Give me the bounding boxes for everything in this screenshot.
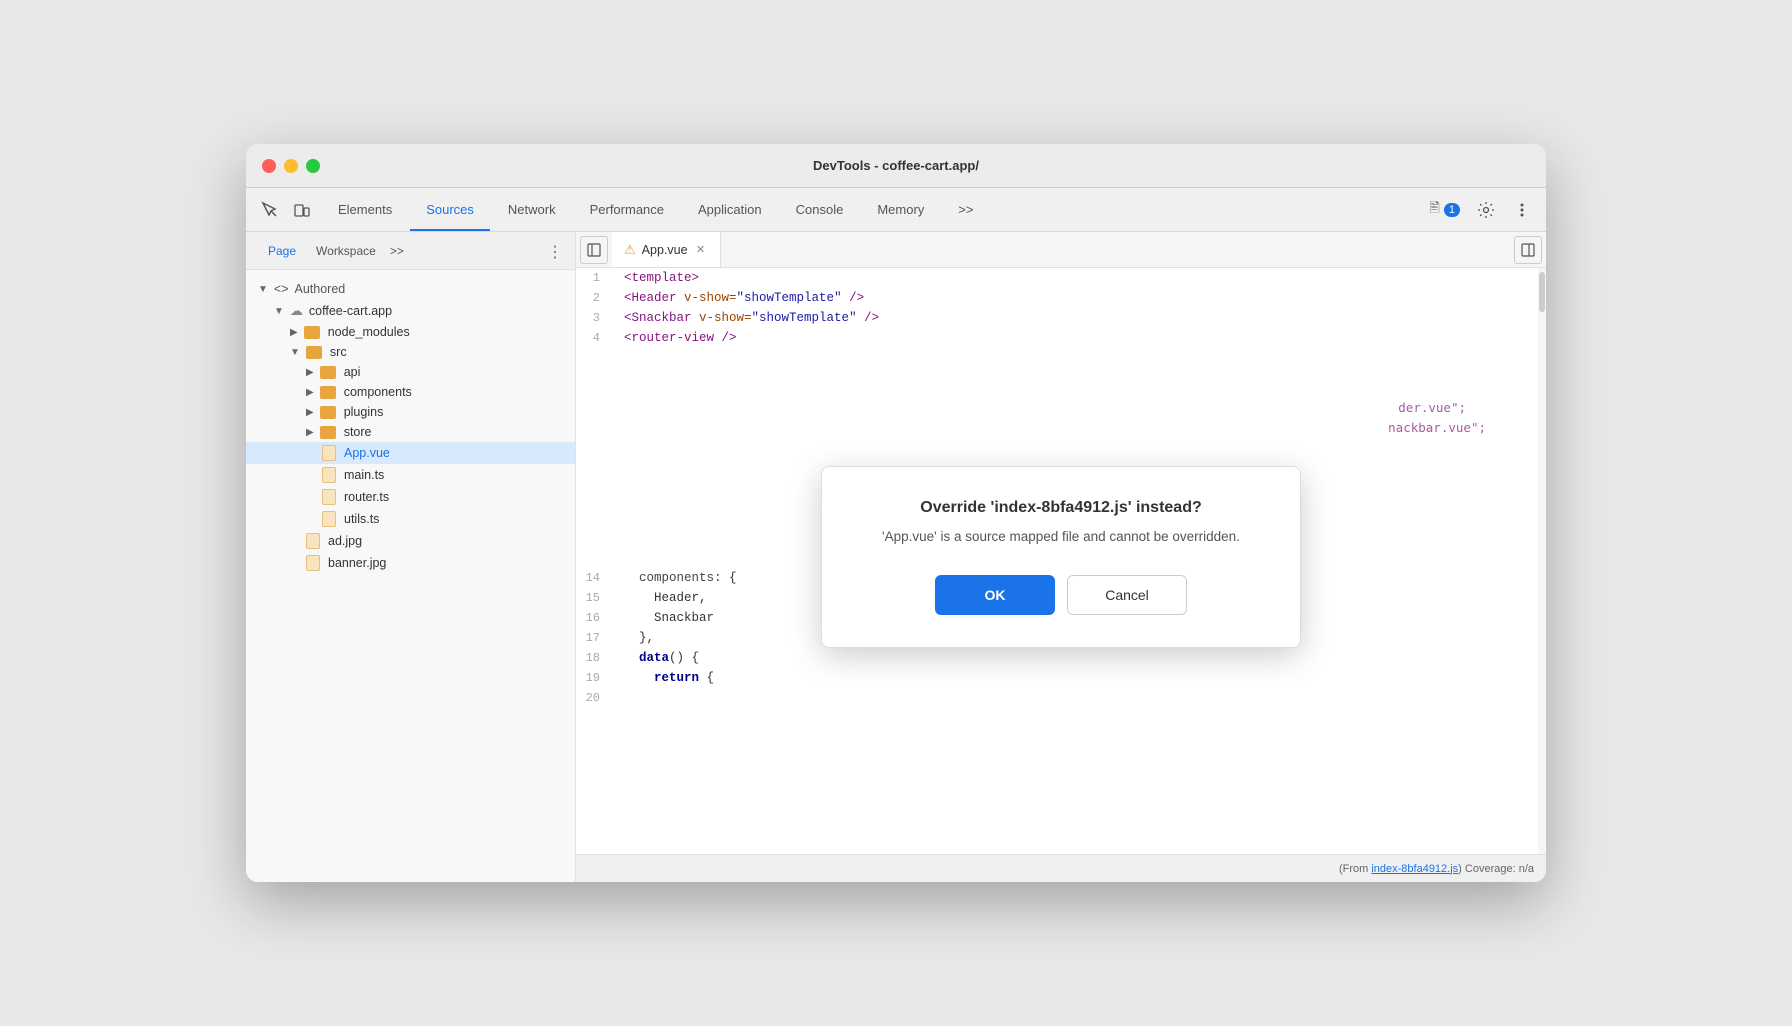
arrow-icon: ▶ [306, 427, 314, 438]
tree-item-api[interactable]: ▶ api [246, 362, 575, 382]
toolbar: Elements Sources Network Performance App… [246, 188, 1546, 232]
devtools-window: DevTools - coffee-cart.app/ Elements Sou… [246, 144, 1546, 882]
tree-item-coffee-cart[interactable]: ▼ ☁ coffee-cart.app [246, 300, 575, 322]
sidebar-options-icon[interactable]: ︙ [547, 239, 563, 263]
folder-icon [320, 386, 336, 399]
tree-item-ad-jpg[interactable]: ad.jpg [246, 530, 575, 552]
tree-item-utils-ts[interactable]: utils.ts [246, 508, 575, 530]
dialog-buttons: OK Cancel [862, 575, 1260, 615]
cloud-icon: ☁ [290, 303, 303, 319]
tab-console[interactable]: Console [780, 188, 860, 231]
file-icon [306, 533, 320, 549]
file-icon [306, 555, 320, 571]
sidebar: Page Workspace >> ︙ ▼ <> Authored ▼ ☁ [246, 232, 576, 882]
dialog-cancel-button[interactable]: Cancel [1067, 575, 1187, 615]
tree-item-label: node_modules [328, 325, 410, 339]
file-icon [322, 445, 336, 461]
inspect-icon[interactable] [254, 188, 286, 231]
settings-icon[interactable] [1470, 201, 1502, 219]
tree-item-label: router.ts [344, 490, 389, 504]
device-icon[interactable] [286, 188, 318, 231]
code-area: ⚠ App.vue ✕ 1 <template> [576, 232, 1546, 882]
tab-elements[interactable]: Elements [322, 188, 408, 231]
badge-count: 1 [1444, 203, 1460, 217]
sidebar-tab-more[interactable]: >> [390, 244, 404, 258]
tab-more[interactable]: >> [942, 188, 989, 231]
sidebar-tab-bar: Page Workspace >> ︙ [246, 232, 575, 270]
dialog-message: 'App.vue' is a source mapped file and ca… [862, 527, 1260, 547]
folder-icon [320, 426, 336, 439]
minimize-button[interactable] [284, 159, 298, 173]
tree-item-plugins[interactable]: ▶ plugins [246, 402, 575, 422]
folder-icon [304, 326, 320, 339]
tree-item-label: plugins [344, 405, 384, 419]
tab-sources[interactable]: Sources [410, 188, 490, 231]
titlebar: DevTools - coffee-cart.app/ [246, 144, 1546, 188]
dialog-overlay: Override 'index-8bfa4912.js' instead? 'A… [576, 232, 1546, 882]
tree-item-label: src [330, 345, 347, 359]
sidebar-tab-page[interactable]: Page [258, 240, 306, 262]
tree-item-label: ad.jpg [328, 534, 362, 548]
tree-item-main-ts[interactable]: main.ts [246, 464, 575, 486]
tree-item-label: components [344, 385, 412, 399]
file-icon [322, 489, 336, 505]
folder-icon [306, 346, 322, 359]
arrow-icon: ▶ [290, 327, 298, 338]
folder-icon [320, 406, 336, 419]
dialog-ok-button[interactable]: OK [935, 575, 1055, 615]
tree-item-router-ts[interactable]: router.ts [246, 486, 575, 508]
file-icon [322, 511, 336, 527]
dialog-box: Override 'index-8bfa4912.js' instead? 'A… [821, 466, 1301, 648]
toolbar-right: 🖹 1 [1423, 188, 1538, 231]
tree-item-app-vue[interactable]: App.vue [246, 442, 575, 464]
window-title: DevTools - coffee-cart.app/ [813, 158, 979, 173]
tab-performance[interactable]: Performance [574, 188, 680, 231]
tree-item-components[interactable]: ▶ components [246, 382, 575, 402]
tree-item-node-modules[interactable]: ▶ node_modules [246, 322, 575, 342]
section-label: Authored [295, 282, 346, 296]
tree-item-label: coffee-cart.app [309, 304, 392, 318]
tab-nav: Elements Sources Network Performance App… [322, 188, 989, 231]
tree-item-banner-jpg[interactable]: banner.jpg [246, 552, 575, 574]
console-badge[interactable]: 🖹 1 [1423, 199, 1466, 221]
close-button[interactable] [262, 159, 276, 173]
code-section-icon: <> [274, 282, 289, 296]
tree-item-store[interactable]: ▶ store [246, 422, 575, 442]
maximize-button[interactable] [306, 159, 320, 173]
arrow-icon: ▶ [306, 387, 314, 398]
tree-item-label: banner.jpg [328, 556, 386, 570]
more-options-icon[interactable] [1506, 201, 1538, 219]
arrow-icon: ▶ [306, 407, 314, 418]
folder-icon [320, 366, 336, 379]
traffic-lights [262, 159, 320, 173]
tree-item-label: utils.ts [344, 512, 379, 526]
arrow-icon: ▼ [258, 284, 268, 295]
main-content: Page Workspace >> ︙ ▼ <> Authored ▼ ☁ [246, 232, 1546, 882]
sidebar-tree: ▼ <> Authored ▼ ☁ coffee-cart.app ▶ node… [246, 270, 575, 882]
tree-item-label: main.ts [344, 468, 384, 482]
arrow-icon: ▼ [290, 347, 300, 358]
tree-item-label: App.vue [344, 446, 390, 460]
tree-item-src[interactable]: ▼ src [246, 342, 575, 362]
tree-section-authored[interactable]: ▼ <> Authored [246, 278, 575, 300]
tab-application[interactable]: Application [682, 188, 778, 231]
tree-item-label: api [344, 365, 361, 379]
tab-memory[interactable]: Memory [861, 188, 940, 231]
tab-network[interactable]: Network [492, 188, 572, 231]
file-icon [322, 467, 336, 483]
dialog-title: Override 'index-8bfa4912.js' instead? [862, 499, 1260, 517]
tree-item-label: store [344, 425, 372, 439]
sidebar-tab-workspace[interactable]: Workspace [306, 240, 386, 262]
arrow-icon: ▶ [306, 367, 314, 378]
arrow-icon: ▼ [274, 306, 284, 317]
